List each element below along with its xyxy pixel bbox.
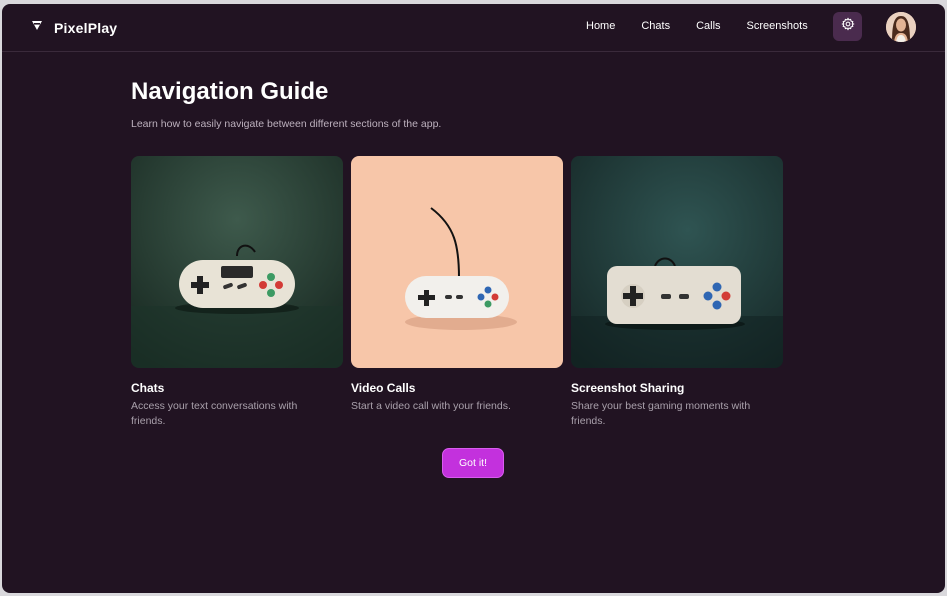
card-title: Chats (131, 381, 165, 395)
nav-link-home[interactable]: Home (586, 20, 615, 32)
brand[interactable]: PixelPlay (30, 18, 117, 37)
nav-link-screenshots[interactable]: Screenshots (747, 20, 808, 32)
card-title: Screenshot Sharing (571, 381, 685, 395)
brand-name: PixelPlay (54, 19, 118, 36)
nav-link-calls[interactable]: Calls (696, 20, 720, 32)
controller-image (571, 156, 783, 368)
nav-links: Home Chats Calls Screenshots (586, 20, 834, 32)
gear-icon (840, 17, 855, 36)
card-title: Video Calls (351, 381, 416, 395)
controller-image (131, 156, 343, 368)
avatar[interactable] (886, 12, 916, 42)
nav-link-chats[interactable]: Chats (641, 20, 670, 32)
logo-icon (30, 18, 44, 37)
card-description: Share your best gaming moments with frie… (571, 400, 751, 427)
card-screenshot-sharing[interactable]: Screenshot Sharing Share your best gamin… (571, 156, 783, 429)
controller-image (351, 156, 563, 368)
card-video-calls[interactable]: Video Calls Start a video call with your… (351, 156, 563, 414)
top-navbar: PixelPlay Home Chats Calls Screenshots (2, 4, 945, 52)
app-window: PixelPlay Home Chats Calls Screenshots N… (2, 4, 945, 593)
page-subtitle: Learn how to easily navigate between dif… (131, 118, 442, 130)
got-it-button[interactable]: Got it! (442, 448, 504, 478)
card-chats[interactable]: Chats Access your text conversations wit… (131, 156, 343, 429)
settings-button[interactable] (833, 12, 862, 41)
page-title: Navigation Guide (131, 78, 329, 105)
card-description: Access your text conversations with frie… (131, 400, 298, 427)
card-description: Start a video call with your friends. (351, 400, 511, 412)
